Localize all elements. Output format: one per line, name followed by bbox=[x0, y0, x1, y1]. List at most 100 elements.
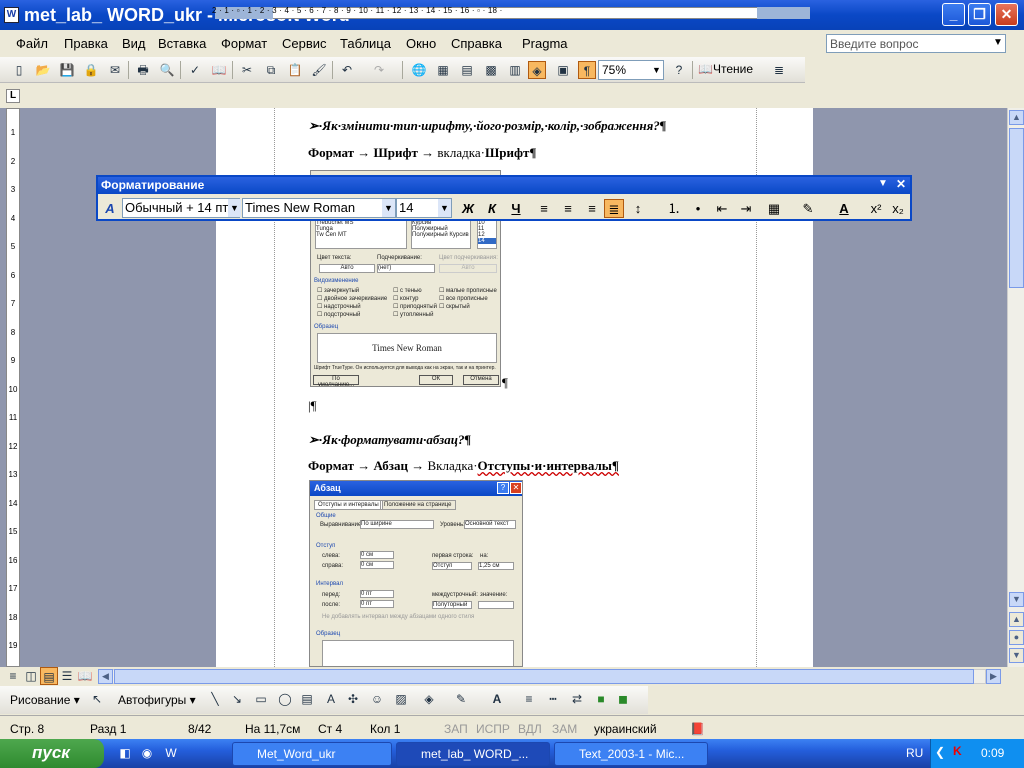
hscroll-thumb[interactable] bbox=[114, 669, 974, 684]
autoshapes-menu[interactable]: Автофигуры ▾ bbox=[118, 693, 196, 707]
arrow-icon[interactable]: ↘ bbox=[228, 690, 246, 708]
styles-icon[interactable]: A bbox=[100, 199, 120, 218]
diagram-icon[interactable]: ✣ bbox=[344, 690, 362, 708]
spelling-status-icon[interactable]: 📕 bbox=[690, 722, 705, 736]
status-language[interactable]: украинский bbox=[594, 722, 657, 736]
menu-table[interactable]: Таблица bbox=[340, 36, 391, 51]
scroll-right-icon[interactable]: ▶ bbox=[986, 669, 1001, 684]
document-map-icon[interactable]: ▣ bbox=[554, 61, 572, 79]
menu-help[interactable]: Справка bbox=[451, 36, 502, 51]
paste-icon[interactable]: 📋 bbox=[286, 61, 304, 79]
browser-icon[interactable]: ◉ bbox=[138, 744, 156, 762]
scroll-thumb[interactable] bbox=[1009, 128, 1024, 288]
font-select[interactable]: Times New Roman bbox=[242, 198, 396, 218]
menu-tools[interactable]: Сервис bbox=[282, 36, 327, 51]
subscript-button[interactable]: x₂ bbox=[888, 199, 908, 218]
close-button[interactable]: ✕ bbox=[995, 3, 1018, 26]
spelling-icon[interactable]: ✓ bbox=[186, 61, 204, 79]
tab-selector-icon[interactable]: L bbox=[6, 89, 20, 103]
clipart-icon[interactable]: ☺ bbox=[368, 690, 386, 708]
heading-paragraph-question[interactable]: ➢·Як·форматувати·абзац?¶ bbox=[308, 432, 471, 448]
research-icon[interactable]: 📖 bbox=[210, 61, 228, 79]
redo-icon[interactable]: ↷ bbox=[370, 61, 388, 79]
wordart-icon[interactable]: A bbox=[322, 690, 340, 708]
chevron-down-icon[interactable]: ▼ bbox=[438, 199, 451, 217]
font-color-icon[interactable]: A bbox=[834, 199, 854, 218]
copy-icon[interactable]: ⧉ bbox=[262, 61, 280, 79]
italic-button[interactable]: К bbox=[482, 199, 502, 218]
reading-view-icon[interactable]: 📖 bbox=[76, 667, 94, 685]
highlight-icon[interactable]: ✎ bbox=[798, 199, 818, 218]
columns-icon[interactable]: ▥ bbox=[506, 61, 524, 79]
chevron-down-icon[interactable]: ▼ bbox=[382, 199, 395, 217]
formatting-toolbar[interactable]: Форматирование ▼ ✕ A Обычный + 14 пт ▼ T… bbox=[96, 175, 912, 221]
desktop-icon[interactable]: ◧ bbox=[116, 744, 134, 762]
oval-icon[interactable]: ◯ bbox=[276, 690, 294, 708]
line-spacing-icon[interactable]: ↕ bbox=[628, 199, 648, 218]
hyperlink-icon[interactable]: 🌐 bbox=[410, 61, 428, 79]
help-icon[interactable]: ? bbox=[670, 61, 688, 79]
close-icon[interactable]: ✕ bbox=[896, 177, 906, 191]
menu-edit[interactable]: Правка bbox=[64, 36, 108, 51]
outline-view-icon[interactable]: ☰ bbox=[58, 667, 76, 685]
vertical-scrollbar[interactable]: ▲ ▼ ▲ ● ▼ bbox=[1007, 108, 1024, 667]
paragraph-font-path[interactable]: Формат → Шрифт → вкладка·Шрифт¶ bbox=[308, 145, 536, 161]
maximize-button[interactable]: ❐ bbox=[968, 3, 991, 26]
rectangle-icon[interactable]: ▭ bbox=[252, 690, 270, 708]
status-record[interactable]: ЗАП bbox=[444, 722, 468, 736]
save-icon[interactable]: 💾 bbox=[58, 61, 76, 79]
line-color-icon[interactable]: ✎ bbox=[452, 690, 470, 708]
chevron-down-icon[interactable]: ▼ bbox=[650, 61, 663, 79]
align-left-icon[interactable]: ≡ bbox=[534, 199, 554, 218]
undo-icon[interactable]: ↶ bbox=[338, 61, 356, 79]
chevron-down-icon[interactable]: ▼ bbox=[990, 34, 1006, 53]
chevron-down-icon[interactable]: ▼ bbox=[228, 199, 241, 217]
justify-icon[interactable]: ≣ bbox=[604, 199, 624, 218]
new-icon[interactable]: ▯ bbox=[10, 61, 28, 79]
cut-icon[interactable]: ✂ bbox=[238, 61, 256, 79]
line-icon[interactable]: ╲ bbox=[206, 690, 224, 708]
menu-pragma[interactable]: Pragma bbox=[522, 36, 568, 51]
format-painter-icon[interactable]: 🖌 bbox=[310, 61, 328, 79]
read-button[interactable]: 📖Чтение bbox=[698, 62, 753, 76]
print-preview-icon[interactable]: 🔍 bbox=[158, 61, 176, 79]
prev-page-icon[interactable]: ▲ bbox=[1009, 612, 1024, 627]
show-formatting-icon[interactable]: ¶ bbox=[578, 61, 596, 79]
print-layout-icon[interactable]: ▤ bbox=[40, 667, 58, 685]
chevron-down-icon[interactable]: ▼ bbox=[878, 178, 888, 189]
menu-view[interactable]: Вид bbox=[122, 36, 146, 51]
3d-icon[interactable]: ◼ bbox=[614, 690, 632, 708]
align-center-icon[interactable]: ≡ bbox=[558, 199, 578, 218]
insert-table-icon[interactable]: ▤ bbox=[458, 61, 476, 79]
paragraph-format-path[interactable]: Формат → Абзац → Вкладка·Отступы·и·интер… bbox=[308, 458, 619, 474]
web-view-icon[interactable]: ◫ bbox=[22, 667, 40, 685]
task-word-active[interactable]: met_lab_ WORD_... bbox=[396, 742, 550, 766]
tables-borders-icon[interactable]: ▦ bbox=[434, 61, 452, 79]
align-right-icon[interactable]: ≡ bbox=[582, 199, 602, 218]
permission-icon[interactable]: 🔒 bbox=[82, 61, 100, 79]
scroll-left-icon[interactable]: ◀ bbox=[98, 669, 113, 684]
arrow-style-icon[interactable]: ⇄ bbox=[568, 690, 586, 708]
increase-indent-icon[interactable]: ⇥ bbox=[736, 199, 756, 218]
line-style-icon[interactable]: ≡ bbox=[520, 690, 538, 708]
select-objects-icon[interactable]: ↖ bbox=[88, 690, 106, 708]
insert-excel-icon[interactable]: ▩ bbox=[482, 61, 500, 79]
formatting-toolbar-title[interactable]: Форматирование bbox=[98, 177, 910, 194]
open-icon[interactable]: 📂 bbox=[34, 61, 52, 79]
bold-button[interactable]: Ж bbox=[458, 199, 478, 218]
arrow-icon[interactable]: ❮ bbox=[935, 745, 945, 759]
bullets-icon[interactable]: • bbox=[688, 199, 708, 218]
word-doc-icon[interactable]: W bbox=[4, 7, 19, 23]
menu-file[interactable]: Файл bbox=[16, 36, 48, 51]
draw-menu[interactable]: Рисование ▾ bbox=[10, 693, 80, 707]
status-overtype[interactable]: ЗАМ bbox=[552, 722, 577, 736]
dash-style-icon[interactable]: ┅ bbox=[544, 690, 562, 708]
language-indicator[interactable]: RU bbox=[906, 746, 923, 760]
status-extend[interactable]: ВДЛ bbox=[518, 722, 542, 736]
track-changes-icon[interactable]: ≣ bbox=[770, 61, 788, 79]
shadow-icon[interactable]: ■ bbox=[592, 690, 610, 708]
drawing-icon[interactable]: ◈ bbox=[528, 61, 546, 79]
status-track-changes[interactable]: ИСПР bbox=[476, 722, 510, 736]
underline-button[interactable]: Ч bbox=[506, 199, 526, 218]
menu-insert[interactable]: Вставка bbox=[158, 36, 206, 51]
